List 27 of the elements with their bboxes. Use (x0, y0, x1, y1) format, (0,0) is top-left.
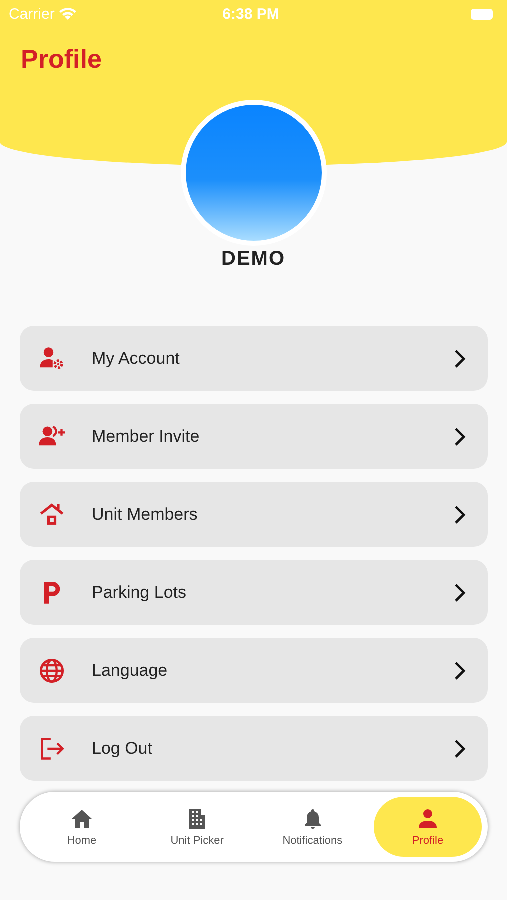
page-title: Profile (20, 43, 102, 75)
tab[interactable]: Profile (374, 797, 482, 857)
globe-icon (39, 658, 65, 684)
clock-time: 6:38 PM (222, 6, 280, 22)
menu-item[interactable]: Log Out (20, 716, 488, 781)
chevron-right-icon (454, 660, 466, 680)
logout-icon (39, 736, 65, 762)
chevron-right-icon (454, 426, 466, 446)
chevron-right-icon (454, 348, 466, 368)
menu-item[interactable]: Language (20, 638, 488, 703)
chevron-right-icon (454, 504, 466, 524)
home-icon (70, 807, 94, 831)
menu-item[interactable]: Member Invite (20, 404, 488, 469)
tab[interactable]: Notifications (258, 797, 367, 857)
menu-item[interactable]: My Account (20, 326, 488, 391)
wifi-icon (58, 7, 77, 21)
account-settings-icon (39, 346, 65, 372)
menu-item[interactable]: Parking Lots (20, 560, 488, 625)
profile-name: DEMO (222, 248, 286, 271)
tab[interactable]: Unit Picker (143, 797, 252, 857)
house-icon (39, 502, 65, 528)
chevron-right-icon (454, 738, 466, 758)
tab[interactable]: Home (28, 797, 136, 857)
carrier-label: Carrier (9, 6, 55, 22)
battery-icon (470, 8, 493, 20)
chevron-right-icon (454, 582, 466, 602)
menu-item[interactable]: Unit Members (20, 482, 488, 547)
